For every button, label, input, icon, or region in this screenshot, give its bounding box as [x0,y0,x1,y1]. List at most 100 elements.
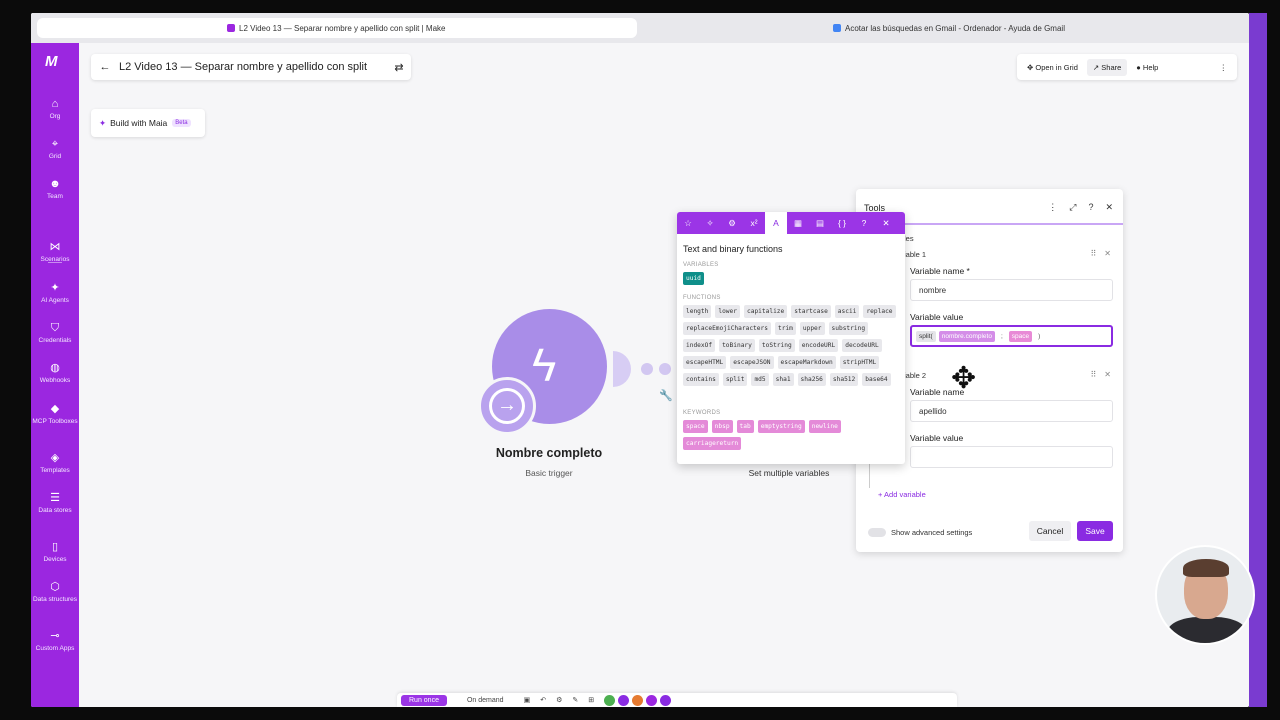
close-icon[interactable]: ✕ [875,218,897,229]
undo-icon[interactable]: ↶ [540,696,546,704]
remove-icon[interactable]: ✕ [1104,370,1111,379]
sidebar-item-org[interactable]: ⌂ Org [31,97,79,121]
sidebar-item-webhooks[interactable]: ◍ Webhooks [31,361,79,385]
sidebar-item-mcp-toolboxes[interactable]: ◆ MCP Toolboxes [31,402,79,426]
function-chip[interactable]: sha512 [829,373,859,386]
help-button[interactable]: ● Help [1130,59,1164,76]
cancel-button[interactable]: Cancel [1029,521,1071,541]
function-chip[interactable]: sha256 [797,373,826,386]
formula-keyword-pill[interactable]: space [1008,330,1033,342]
settings-icon[interactable]: ⚙ [721,218,743,229]
help-icon[interactable]: ? [1088,202,1093,213]
function-chip[interactable]: contains [683,373,719,386]
math-icon[interactable]: x² [743,218,765,228]
notes-icon[interactable]: ✎ [572,696,578,704]
ai-app-icon[interactable] [646,694,658,706]
sidebar-item-devices[interactable]: ▯ Devices [31,540,79,564]
function-chip[interactable]: substring [828,322,869,335]
keyword-chip[interactable]: carriagereturn [683,437,742,450]
text-app-icon[interactable] [632,694,644,706]
sidebar-item-ai-agents[interactable]: ✦ AI Agents [31,281,79,305]
build-with-maia-button[interactable]: ✦ Build with Maia Beta [91,109,205,137]
flow-app-icon[interactable] [618,694,630,706]
function-chip[interactable]: encodeURL [798,339,839,352]
variable-2-name-field[interactable]: apellido [910,400,1113,422]
function-chip[interactable]: split [722,373,748,386]
function-chip[interactable]: length [683,305,712,318]
function-chip[interactable]: replace [863,305,896,318]
sidebar-item-templates[interactable]: ◈ Templates [31,451,79,475]
text-functions-tab-icon[interactable]: A [765,212,787,234]
star-icon[interactable]: ☆ [677,218,699,229]
braces-icon[interactable]: { } [831,218,853,228]
close-icon[interactable]: ✕ [1105,202,1113,213]
align-icon[interactable]: ⊞ [588,696,594,704]
sidebar-item-data-structures[interactable]: ⬡ Data structures [31,580,79,604]
open-in-grid-button[interactable]: ✥ Open in Grid [1021,59,1084,76]
sparkle-icon[interactable]: ✧ [699,218,721,229]
run-once-button[interactable]: Run once [401,694,447,706]
schedule-on-demand[interactable]: On demand [467,697,504,704]
settings-sliders-icon[interactable]: ⇄ [387,61,411,74]
save-icon[interactable]: ▣ [524,696,531,704]
wrench-icon[interactable]: 🔧 [659,389,673,402]
function-chip[interactable]: upper [799,322,825,335]
help-icon[interactable]: ? [853,218,875,228]
variable-1-name-field[interactable]: nombre [910,279,1113,301]
scenario-title[interactable]: L2 Video 13 — Separar nombre y apellido … [119,61,387,73]
more-options-icon[interactable]: ⋮ [1048,202,1057,213]
sidebar-item-credentials[interactable]: ⛉ Credentials [31,321,79,345]
function-chip[interactable]: escapeJSON [730,356,774,369]
function-chip[interactable]: lower [715,305,740,318]
keyword-chip[interactable]: emptystring [757,420,805,433]
function-chip[interactable]: escapeMarkdown [777,356,836,369]
function-chip[interactable]: toBinary [719,339,755,352]
sidebar-item-scenarios[interactable]: ⋈ Scenarios [31,240,79,264]
variable-chip[interactable]: uuid [683,272,704,285]
function-chip[interactable]: toString [758,339,795,352]
formula-variable-pill[interactable]: nombre.completo [938,330,995,342]
keyword-chip[interactable]: tab [736,420,754,433]
function-chip[interactable]: md5 [751,373,769,386]
remove-icon[interactable]: ✕ [1104,249,1111,258]
function-chip[interactable]: decodeURL [842,339,882,352]
keyword-chip[interactable]: newline [808,420,841,433]
formula-function-pill[interactable]: split( [916,330,936,342]
settings-icon[interactable]: ⚙ [556,696,562,704]
share-button[interactable]: ↗ Share [1086,58,1128,76]
expand-icon[interactable]: ⤢ [1069,202,1076,213]
function-chip[interactable]: indexOf [683,339,716,352]
sidebar-item-custom-apps[interactable]: ⊸ Custom Apps [31,629,79,653]
function-chip[interactable]: escapeHTML [683,356,727,369]
keyword-chip[interactable]: nbsp [711,420,733,433]
function-chip[interactable]: capitalize [744,305,788,318]
keyword-chip[interactable]: space [683,420,708,433]
add-variable-link[interactable]: + Add variable [878,490,926,499]
tools-app-icon[interactable] [604,694,616,706]
add-app-icon[interactable] [660,694,672,706]
drag-handle-icon[interactable]: ⠿ [1090,370,1096,379]
make-logo[interactable]: M [45,53,58,70]
function-chip[interactable]: sha1 [772,373,794,386]
browser-tab-active[interactable]: L2 Video 13 — Separar nombre y apellido … [37,18,637,38]
table-icon[interactable]: ▤ [809,218,831,229]
back-arrow-icon[interactable]: ← [91,61,119,73]
browser-tab-gmail-help[interactable]: Acotar las búsquedas en Gmail - Ordenado… [821,18,1121,38]
advanced-settings-toggle[interactable] [868,528,886,537]
scenario-canvas[interactable]: ← L2 Video 13 — Separar nombre y apellid… [79,43,1249,707]
sidebar-item-data-stores[interactable]: ☰ Data stores [31,491,79,515]
function-chip[interactable]: replaceEmojiCharacters [683,322,771,335]
calendar-icon[interactable]: ▦ [787,218,809,229]
variable-2-value-field[interactable] [910,446,1113,468]
save-button[interactable]: Save [1077,521,1113,541]
function-chip[interactable]: trim [774,322,796,335]
more-options-icon[interactable]: ⋮ [1214,63,1234,72]
function-chip[interactable]: base64 [862,373,891,386]
sidebar-item-team[interactable]: ☻ Team [31,177,79,201]
sidebar-item-grid[interactable]: ⌖ Grid [31,137,79,161]
drag-handle-icon[interactable]: ⠿ [1090,249,1096,258]
function-chip[interactable]: stripHTML [839,356,880,369]
variable-1-value-field[interactable]: split( nombre.completo ; space ) [910,325,1113,347]
function-chip[interactable]: startcase [791,305,831,318]
function-chip[interactable]: ascii [834,305,860,318]
